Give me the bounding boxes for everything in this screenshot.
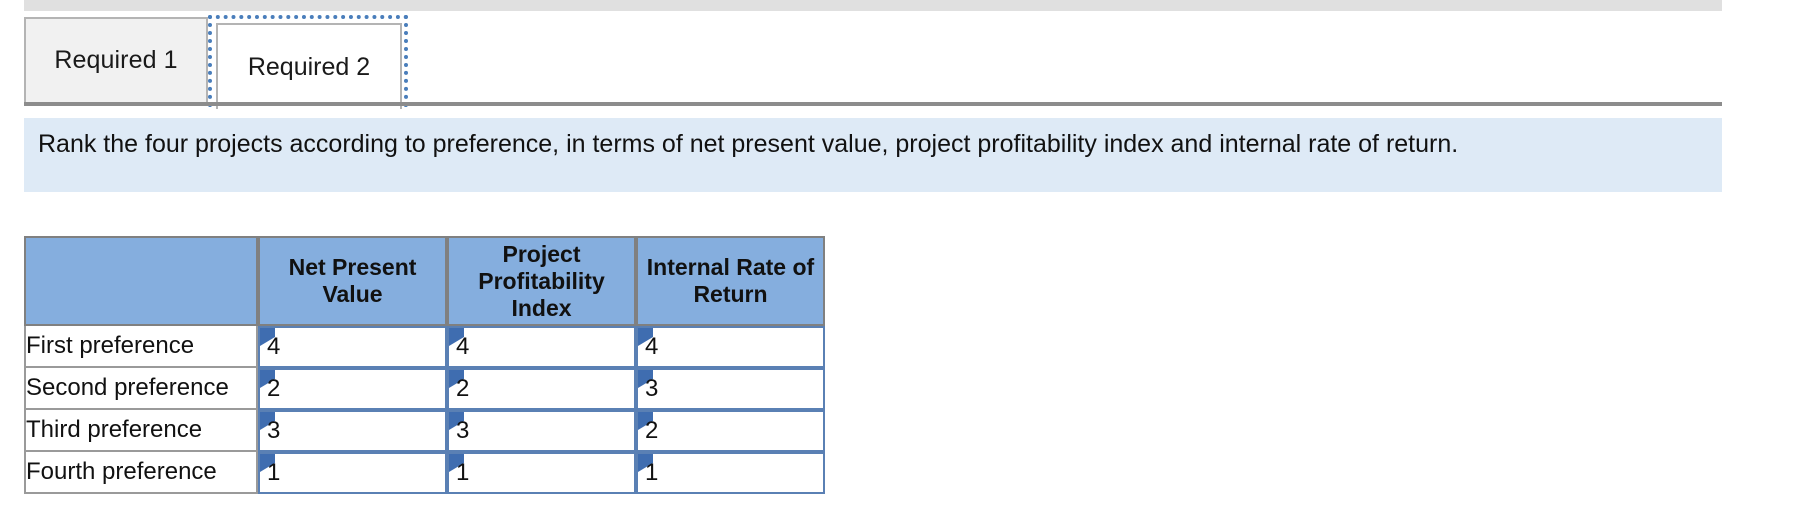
row-label-fourth-preference: Fourth preference (24, 452, 258, 494)
input-third-npv-value: 3 (267, 417, 281, 444)
input-second-irr-value: 3 (645, 375, 659, 402)
tab-required-2[interactable]: Required 2 (216, 23, 402, 109)
input-second-npv-value: 2 (267, 375, 281, 402)
input-first-npv-value: 4 (267, 333, 281, 360)
table-header-row: Net Present Value Project Profitability … (24, 236, 825, 326)
tab-required-1[interactable]: Required 1 (24, 17, 208, 102)
input-second-ppi[interactable]: 2 (447, 368, 636, 410)
preference-ranking-table: Net Present Value Project Profitability … (24, 236, 825, 494)
tab-required-2-label: Required 2 (247, 52, 371, 81)
tab-required-1-label: Required 1 (54, 46, 178, 74)
input-fourth-ppi[interactable]: 1 (447, 452, 636, 494)
cell-fourth-ppi: 1 (447, 452, 636, 494)
table-row: Second preference 2 2 3 (24, 368, 825, 410)
cell-third-npv: 3 (258, 410, 447, 452)
top-gray-band (24, 0, 1722, 11)
input-third-ppi-value: 3 (456, 417, 470, 444)
instruction-text: Rank the four projects according to pref… (38, 130, 1459, 158)
input-second-ppi-value: 2 (456, 375, 470, 402)
cell-second-npv: 2 (258, 368, 447, 410)
cell-fourth-irr: 1 (636, 452, 825, 494)
table-row: Third preference 3 3 2 (24, 410, 825, 452)
input-first-ppi-value: 4 (456, 333, 470, 360)
tab-required-2-focus-outline: Required 2 (208, 15, 408, 109)
cell-third-irr: 2 (636, 410, 825, 452)
input-first-ppi[interactable]: 4 (447, 326, 636, 368)
input-fourth-irr[interactable]: 1 (636, 452, 825, 494)
input-fourth-npv-value: 1 (267, 459, 281, 486)
column-header-net-present-value: Net Present Value (258, 236, 447, 326)
table-corner-header (24, 236, 258, 326)
cell-first-npv: 4 (258, 326, 447, 368)
input-fourth-ppi-value: 1 (456, 459, 470, 486)
input-fourth-irr-value: 1 (645, 459, 659, 486)
input-first-npv[interactable]: 4 (258, 326, 447, 368)
cell-second-ppi: 2 (447, 368, 636, 410)
table-row: Fourth preference 1 1 1 (24, 452, 825, 494)
input-third-ppi[interactable]: 3 (447, 410, 636, 452)
input-second-npv[interactable]: 2 (258, 368, 447, 410)
table-row: First preference 4 4 4 (24, 326, 825, 368)
tab-separator-rule (24, 102, 1722, 106)
cell-first-ppi: 4 (447, 326, 636, 368)
cell-fourth-npv: 1 (258, 452, 447, 494)
input-first-irr[interactable]: 4 (636, 326, 825, 368)
input-second-irr[interactable]: 3 (636, 368, 825, 410)
table-body: First preference 4 4 4 Second preference… (24, 326, 825, 494)
column-header-internal-rate-of-return: Internal Rate of Return (636, 236, 825, 326)
cell-third-ppi: 3 (447, 410, 636, 452)
column-header-project-profitability-index: Project Profitability Index (447, 236, 636, 326)
table-header: Net Present Value Project Profitability … (24, 236, 825, 326)
input-third-npv[interactable]: 3 (258, 410, 447, 452)
row-label-first-preference: First preference (24, 326, 258, 368)
input-third-irr-value: 2 (645, 417, 659, 444)
row-label-second-preference: Second preference (24, 368, 258, 410)
tab-strip: Required 1 Required 2 (0, 15, 1798, 109)
cell-second-irr: 3 (636, 368, 825, 410)
cell-first-irr: 4 (636, 326, 825, 368)
row-label-third-preference: Third preference (24, 410, 258, 452)
input-third-irr[interactable]: 2 (636, 410, 825, 452)
instruction-panel: Rank the four projects according to pref… (24, 118, 1722, 192)
input-fourth-npv[interactable]: 1 (258, 452, 447, 494)
input-first-irr-value: 4 (645, 333, 659, 360)
